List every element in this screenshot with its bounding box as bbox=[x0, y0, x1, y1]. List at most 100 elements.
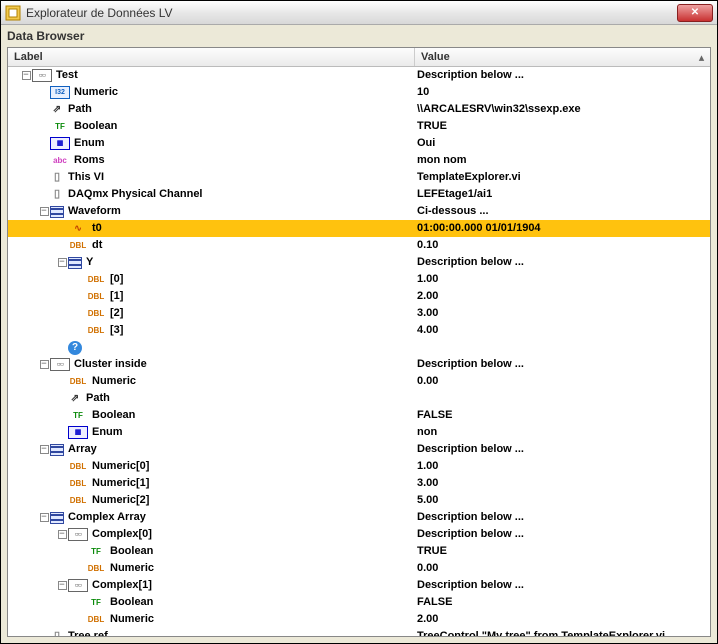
tree-row[interactable]: −▫▫Complex[1]Description below ... bbox=[8, 577, 710, 594]
collapse-icon[interactable]: − bbox=[38, 360, 50, 369]
file-icon: ▯ bbox=[50, 630, 64, 636]
collapse-icon[interactable]: − bbox=[38, 207, 50, 216]
collapse-icon[interactable]: − bbox=[56, 581, 68, 590]
collapse-icon[interactable]: − bbox=[20, 71, 32, 80]
tree-row[interactable]: DBL[0]1.00 bbox=[8, 271, 710, 288]
label-cell: ▦ Enum bbox=[8, 135, 415, 152]
close-button[interactable]: ✕ bbox=[677, 4, 713, 22]
row-value: 0.00 bbox=[415, 560, 710, 577]
row-value: Description below ... bbox=[415, 441, 710, 458]
row-value bbox=[415, 339, 710, 356]
row-label: Enum bbox=[74, 135, 105, 152]
row-label: Roms bbox=[74, 152, 105, 169]
cluster-icon: ▫▫ bbox=[32, 69, 52, 82]
tree-body[interactable]: −▫▫TestDescription below ...I32Numeric10… bbox=[8, 67, 710, 636]
enum-icon: ▦ bbox=[50, 137, 70, 150]
row-value: Description below ... bbox=[415, 356, 710, 373]
panel-title: Data Browser bbox=[1, 25, 717, 47]
tree-row[interactable]: −WaveformCi-dessous ... bbox=[8, 203, 710, 220]
tree-row[interactable]: DBL[2]3.00 bbox=[8, 305, 710, 322]
label-cell: −▫▫Cluster inside bbox=[8, 356, 415, 373]
row-label: Complex Array bbox=[68, 509, 146, 526]
array-icon bbox=[68, 257, 82, 269]
array-icon bbox=[50, 206, 64, 218]
tree-row[interactable]: DBLNumeric[0]1.00 bbox=[8, 458, 710, 475]
row-label: Cluster inside bbox=[74, 356, 147, 373]
row-label: Path bbox=[68, 101, 92, 118]
row-value: 10 bbox=[415, 84, 710, 101]
row-value: Description below ... bbox=[415, 509, 710, 526]
tree-row[interactable]: −▫▫Complex[0]Description below ... bbox=[8, 526, 710, 543]
row-label: Numeric[0] bbox=[92, 458, 149, 475]
tree-row[interactable]: DBLNumeric[1]3.00 bbox=[8, 475, 710, 492]
tree-row[interactable]: − Array Description below ... bbox=[8, 441, 710, 458]
tree-row[interactable]: TFBooleanTRUE bbox=[8, 543, 710, 560]
tree-row[interactable]: DBLNumeric[2]5.00 bbox=[8, 492, 710, 509]
row-label: [0] bbox=[110, 271, 123, 288]
label-cell: −▫▫ Complex[1] bbox=[8, 577, 415, 594]
row-label: Test bbox=[56, 67, 78, 84]
tree-row[interactable]: ▯This VITemplateExplorer.vi bbox=[8, 169, 710, 186]
label-cell: DBLNumeric[1] bbox=[8, 475, 415, 492]
app-icon bbox=[5, 5, 21, 21]
integer-icon: I32 bbox=[50, 86, 70, 99]
row-label: Enum bbox=[92, 424, 123, 441]
double-icon: DBL bbox=[86, 562, 106, 575]
tree-row[interactable]: DBL Numeric 0.00 bbox=[8, 560, 710, 577]
cluster-icon: ▫▫ bbox=[68, 579, 88, 592]
tree-row[interactable]: −▫▫TestDescription below ... bbox=[8, 67, 710, 84]
row-value: Description below ... bbox=[415, 526, 710, 543]
tree-row[interactable]: DBLdt0.10 bbox=[8, 237, 710, 254]
row-value: FALSE bbox=[415, 407, 710, 424]
column-header-value[interactable]: Value bbox=[415, 48, 693, 66]
scroll-up-icon[interactable]: ▴ bbox=[693, 48, 710, 66]
row-value: TemplateExplorer.vi bbox=[415, 169, 710, 186]
tree-row[interactable]: DBL[3]4.00 bbox=[8, 322, 710, 339]
row-label: Boolean bbox=[92, 407, 135, 424]
boolean-icon: TF bbox=[68, 409, 88, 422]
label-cell: DBLNumeric[2] bbox=[8, 492, 415, 509]
tree-row[interactable]: TFBooleanTRUE bbox=[8, 118, 710, 135]
label-cell: DBLdt bbox=[8, 237, 415, 254]
tree-row[interactable]: ▦Enumnon bbox=[8, 424, 710, 441]
row-label: Array bbox=[68, 441, 97, 458]
tree-row[interactable]: ? bbox=[8, 339, 710, 356]
tree-row[interactable]: −YDescription below ... bbox=[8, 254, 710, 271]
row-label: Numeric[2] bbox=[92, 492, 149, 509]
row-label: Complex[1] bbox=[92, 577, 152, 594]
row-label: Boolean bbox=[110, 594, 153, 611]
row-value: non bbox=[415, 424, 710, 441]
collapse-icon[interactable]: − bbox=[56, 530, 68, 539]
label-cell: TF Boolean bbox=[8, 407, 415, 424]
tree-row[interactable]: TFBooleanFALSE bbox=[8, 594, 710, 611]
collapse-icon[interactable]: − bbox=[38, 445, 50, 454]
row-label: Numeric bbox=[110, 560, 154, 577]
tree-row[interactable]: DBLNumeric0.00 bbox=[8, 373, 710, 390]
collapse-icon[interactable]: − bbox=[38, 513, 50, 522]
row-label: DAQmx Physical Channel bbox=[68, 186, 203, 203]
row-value: mon nom bbox=[415, 152, 710, 169]
tree-row[interactable]: DBLNumeric2.00 bbox=[8, 611, 710, 628]
label-cell: DBLNumeric bbox=[8, 373, 415, 390]
collapse-icon[interactable]: − bbox=[56, 258, 68, 267]
row-label: [3] bbox=[110, 322, 123, 339]
tree-row[interactable]: abcRomsmon nom bbox=[8, 152, 710, 169]
tree-row[interactable]: I32Numeric10 bbox=[8, 84, 710, 101]
tree-row[interactable]: ▦EnumOui bbox=[8, 135, 710, 152]
tree-row[interactable]: ▯DAQmx Physical ChannelLEFEtage1/ai1 bbox=[8, 186, 710, 203]
tree-row[interactable]: ▯Tree refTreeControl "My tree" from Temp… bbox=[8, 628, 710, 636]
tree-row[interactable]: −▫▫Cluster insideDescription below ... bbox=[8, 356, 710, 373]
title-bar[interactable]: Explorateur de Données LV ✕ bbox=[1, 1, 717, 25]
tree-row[interactable]: DBL[1]2.00 bbox=[8, 288, 710, 305]
row-label: Path bbox=[86, 390, 110, 407]
tree-row[interactable]: ∿t001:00:00.000 01/01/1904 bbox=[8, 220, 710, 237]
column-header-label[interactable]: Label bbox=[8, 48, 415, 66]
boolean-icon: TF bbox=[86, 545, 106, 558]
label-cell: DBL[0] bbox=[8, 271, 415, 288]
tree-row[interactable]: − Complex Array Description below ... bbox=[8, 509, 710, 526]
tree-row[interactable]: ⇗Path\\ARCALESRV\win32\ssexp.exe bbox=[8, 101, 710, 118]
tree-row[interactable]: TF Boolean FALSE bbox=[8, 407, 710, 424]
row-label: [2] bbox=[110, 305, 123, 322]
tree-row[interactable]: ⇗Path bbox=[8, 390, 710, 407]
row-value: 0.00 bbox=[415, 373, 710, 390]
